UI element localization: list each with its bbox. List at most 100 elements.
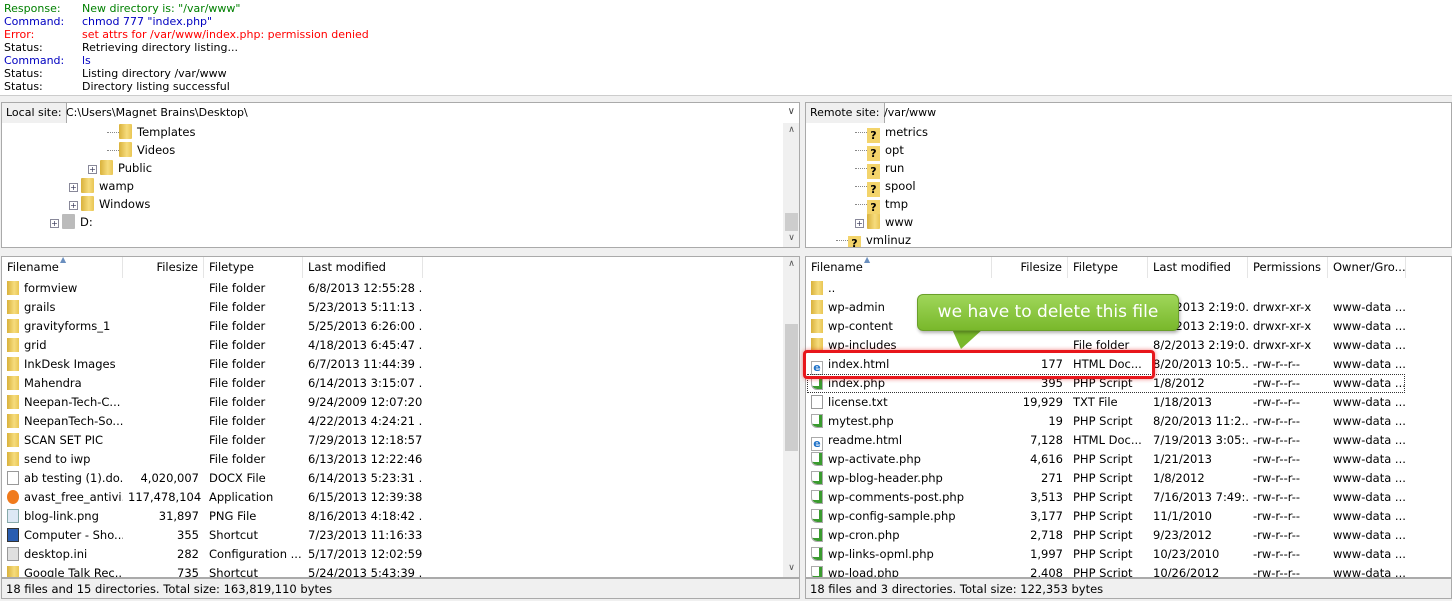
cell-text: www-data ... (1333, 319, 1406, 333)
remote-site-bar[interactable]: Remote site: /var/www (805, 102, 1452, 124)
expand-icon[interactable]: + (50, 219, 59, 228)
scroll-up-icon[interactable]: ∧ (783, 259, 799, 269)
lnk-file-icon (7, 528, 19, 542)
cell-text: PHP Script (1073, 414, 1133, 428)
column-header-last-modified[interactable]: Last modified (1148, 257, 1248, 278)
file-row[interactable]: wp-activate.php 4,616 PHP Script 1/21/2013 -… (806, 450, 1451, 469)
local-file-list[interactable]: ∧ ∨ Filename Filesize Filetype Last modifie… (1, 256, 800, 578)
file-row[interactable]: grails File folder 5/23/2013 5:11:13 ... (2, 298, 782, 317)
file-row[interactable]: send to iwp File folder 6/13/2013 12:22:46… (2, 450, 782, 469)
php-file-icon (811, 452, 823, 466)
file-last-modified: 8/20/2013 10:5... (1148, 355, 1248, 374)
tree-node[interactable]: Videos (107, 141, 175, 159)
file-permissions: -rw-r--r-- (1248, 564, 1328, 577)
tree-node[interactable]: ? run (855, 159, 904, 179)
file-row[interactable]: ab testing (1).do... 4,020,007 DOCX File 6/… (2, 469, 782, 488)
tree-node[interactable]: Templates (107, 123, 195, 141)
file-row[interactable]: wp-blog-header.php 271 PHP Script 1/8/2012 -… (806, 469, 1451, 488)
cell-text: 9/23/2012 (1153, 528, 1212, 542)
sort-ascending-icon[interactable]: ▲ (60, 257, 66, 264)
scroll-down-icon[interactable]: ∨ (783, 233, 799, 243)
file-row[interactable]: gravityforms_1 File folder 5/25/2013 6:26:… (2, 317, 782, 336)
file-last-modified: 6/14/2013 3:15:07 ... (303, 374, 423, 393)
file-row[interactable]: desktop.ini 282 Configuration ... 5/17/2013… (2, 545, 782, 564)
local-tree-scrollbar[interactable]: ∧ ∨ (783, 123, 799, 247)
cell-text: TXT File (1073, 395, 1118, 409)
file-row[interactable]: Mahendra File folder 6/14/2013 3:15:07 ... (2, 374, 782, 393)
scroll-thumb[interactable] (785, 324, 798, 451)
tree-node[interactable]: ? tmp (855, 195, 908, 215)
folder-file-icon (811, 281, 823, 295)
file-last-modified: 6/15/2013 12:39:38... (303, 488, 423, 507)
tree-node[interactable]: + www (855, 213, 913, 231)
remote-directory-tree[interactable]: ? metrics? opt? run? spool? tmp + www? vmlinuz (805, 123, 1452, 248)
file-filetype: Application (204, 488, 303, 507)
column-header-filesize[interactable]: Filesize (123, 257, 204, 278)
column-header-owner-gro[interactable]: Owner/Gro... (1328, 257, 1406, 278)
tree-node[interactable]: + Public (88, 159, 152, 177)
file-name: wp-comments-post.php (806, 488, 992, 507)
file-name-text: .. (828, 281, 836, 295)
column-header-last-modified[interactable]: Last modified (303, 257, 423, 278)
file-row[interactable]: grid File folder 4/18/2013 6:45:47 ... (2, 336, 782, 355)
file-row[interactable]: e readme.html 7,128 HTML Doc... 7/19/2013 3:… (806, 431, 1451, 451)
column-header-filetype[interactable]: Filetype (1068, 257, 1148, 278)
tree-node[interactable]: ? metrics (855, 123, 928, 143)
remote-site-path-input[interactable]: /var/www (884, 103, 936, 123)
column-header-permissions[interactable]: Permissions (1248, 257, 1328, 278)
file-row[interactable]: wp-links-opml.php 1,997 PHP Script 10/23/20… (806, 545, 1451, 564)
file-row[interactable]: wp-cron.php 2,718 PHP Script 9/23/2012 -rw-r… (806, 526, 1451, 545)
scroll-up-icon[interactable]: ∧ (783, 125, 799, 135)
file-name-text: Google Talk Rec... (24, 566, 123, 578)
file-name: wp-cron.php (806, 526, 992, 545)
tree-node[interactable]: + D: (50, 213, 93, 231)
file-row[interactable]: Neepan-Tech-C... File folder 9/24/2009 12:… (2, 393, 782, 412)
column-header-filesize[interactable]: Filesize (992, 257, 1068, 278)
expand-icon[interactable]: + (69, 183, 78, 192)
local-directory-tree[interactable]: ∧ ∨ Templates Videos + Public + wamp + Windows +… (1, 123, 800, 248)
chevron-down-icon[interactable]: ∨ (788, 106, 795, 117)
tree-node[interactable]: ? opt (855, 141, 904, 161)
cell-text: 8/16/2013 4:18:42 ... (308, 509, 423, 523)
file-name: desktop.ini (2, 545, 123, 564)
local-list-scrollbar[interactable]: ∧ ∨ (783, 257, 799, 577)
expand-icon[interactable]: + (855, 219, 864, 228)
column-header-filetype[interactable]: Filetype (204, 257, 303, 278)
log-type: Status: (4, 41, 43, 54)
file-name: NeepanTech-So... (2, 412, 123, 431)
scroll-thumb[interactable] (785, 213, 798, 231)
file-row[interactable]: mytest.php 19 PHP Script 8/20/2013 11:2... -… (806, 412, 1451, 431)
tree-node[interactable]: ? spool (855, 177, 916, 197)
file-row[interactable]: blog-link.png 31,897 PNG File 8/16/2013 4:1… (2, 507, 782, 526)
file-row[interactable]: Computer - Sho... 355 Shortcut 7/23/2013 11… (2, 526, 782, 545)
file-row[interactable]: Google Talk Rec... 735 Shortcut 5/24/2013 5… (2, 564, 782, 578)
file-row[interactable]: wp-config-sample.php 3,177 PHP Script 11/1/… (806, 507, 1451, 526)
file-row[interactable]: wp-load.php 2,408 PHP Script 10/26/2012 -rw-… (806, 564, 1451, 577)
tree-node[interactable]: ? vmlinuz (836, 231, 911, 247)
file-row[interactable]: SCAN SET PIC File folder 7/29/2013 12:18:5… (2, 431, 782, 450)
expand-icon[interactable]: + (69, 201, 78, 210)
file-row[interactable]: wp-comments-post.php 3,513 PHP Script 7/16/… (806, 488, 1451, 507)
log-message: set attrs for /var/www/index.php: permis… (82, 28, 369, 41)
column-header-filename[interactable]: Filename (806, 257, 992, 278)
tree-node[interactable]: + wamp (69, 177, 134, 195)
local-site-bar[interactable]: Local site: C:\Users\Magnet Brains\Deskt… (1, 102, 800, 124)
file-row[interactable]: NeepanTech-So... File folder 4/22/2013 4:2… (2, 412, 782, 431)
cell-text: drwxr-xr-x (1253, 338, 1312, 352)
scroll-down-icon[interactable]: ∨ (783, 563, 799, 573)
folder-file-icon (7, 376, 19, 390)
file-name: Neepan-Tech-C... (2, 393, 123, 412)
file-row[interactable]: avast_free_antivi... 117,478,104 Applicati… (2, 488, 782, 507)
file-row[interactable]: license.txt 19,929 TXT File 1/18/2013 -rw-r-… (806, 393, 1451, 412)
cell-text: Configuration ... (209, 547, 302, 561)
file-filetype: Shortcut (204, 526, 303, 545)
sort-ascending-icon[interactable]: ▲ (864, 257, 870, 264)
folder-file-icon (7, 338, 19, 352)
file-row[interactable]: formview File folder 6/8/2013 12:55:28 ... (2, 279, 782, 298)
file-row[interactable]: InkDesk Images File folder 6/7/2013 11:44:… (2, 355, 782, 374)
tree-node-label: Windows (99, 197, 151, 211)
expand-icon[interactable]: + (88, 165, 97, 174)
local-site-path-input[interactable]: C:\Users\Magnet Brains\Desktop\ (66, 103, 248, 123)
tree-node[interactable]: + Windows (69, 195, 150, 213)
file-name-text: blog-link.png (24, 509, 99, 523)
